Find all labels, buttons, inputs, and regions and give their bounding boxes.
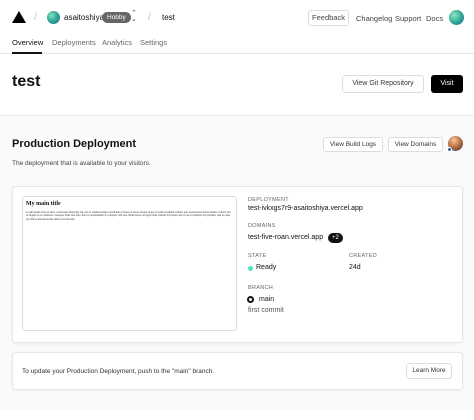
github-icon	[247, 296, 254, 303]
created-label: CREATED	[349, 253, 377, 259]
feedback-button[interactable]: Feedback	[308, 10, 349, 26]
tab-settings[interactable]: Settings	[140, 38, 167, 47]
deployment-label: DEPLOYMENT	[248, 197, 289, 203]
changelog-link[interactable]: Changelog	[356, 14, 392, 23]
production-deployment-subtitle: The deployment that is available to your…	[12, 160, 151, 167]
account-avatar[interactable]	[449, 10, 464, 25]
username[interactable]: asaitoshiya	[64, 13, 104, 22]
state-value: Ready	[256, 264, 277, 271]
vercel-logo-icon[interactable]	[12, 11, 26, 23]
view-build-logs-button[interactable]: View Build Logs	[323, 137, 383, 152]
support-link[interactable]: Support	[395, 14, 421, 23]
tab-overview[interactable]: Overview	[12, 38, 43, 47]
view-git-repository-button[interactable]: View Git Repository	[342, 75, 424, 93]
page-title: test	[12, 73, 41, 90]
visit-button[interactable]: Visit	[431, 75, 463, 93]
view-domains-button[interactable]: View Domains	[388, 137, 443, 152]
domains-label: DOMAINS	[248, 223, 276, 229]
ready-status-dot	[248, 266, 253, 271]
more-domains-badge[interactable]: +2	[328, 233, 343, 243]
production-deployment-title: Production Deployment	[12, 138, 137, 150]
domain-link[interactable]: test-five-roan.vercel.app	[248, 234, 323, 241]
plan-badge: Hobby	[102, 12, 131, 23]
top-bar: / asaitoshiya Hobby ⌃ ⌄ / test Feedback C…	[0, 0, 474, 34]
user-avatar[interactable]	[47, 11, 60, 24]
preview-page-title: My main title	[26, 201, 61, 207]
update-info-text: To update your Production Deployment, pu…	[22, 368, 215, 375]
state-label: STATE	[248, 253, 267, 259]
breadcrumb-separator: /	[34, 12, 37, 23]
git-provider-icon	[447, 147, 452, 152]
deployment-preview[interactable]: My main title Lorem ipsum dolor sit amet…	[22, 196, 237, 331]
deployment-url-link[interactable]: test-ivkxgs7r9-asaitoshiya.vercel.app	[248, 205, 363, 212]
breadcrumb-separator: /	[148, 12, 151, 23]
created-value: 24d	[349, 264, 361, 271]
docs-link[interactable]: Docs	[426, 14, 443, 23]
learn-more-button[interactable]: Learn More	[406, 363, 452, 379]
branch-link[interactable]: main	[259, 296, 274, 303]
project-tabs: Overview Deployments Analytics Settings	[0, 34, 474, 54]
tab-analytics[interactable]: Analytics	[102, 38, 132, 47]
commit-message[interactable]: first commit	[248, 307, 284, 314]
branch-label: BRANCH	[248, 285, 274, 291]
project-name[interactable]: test	[162, 13, 175, 22]
scope-switcher-chevron-icon[interactable]: ⌃ ⌄	[131, 10, 137, 23]
active-tab-indicator	[12, 52, 42, 54]
preview-page-body: Lorem ipsum dolor sit amet, consectetur …	[26, 211, 231, 221]
tab-deployments[interactable]: Deployments	[52, 38, 96, 47]
